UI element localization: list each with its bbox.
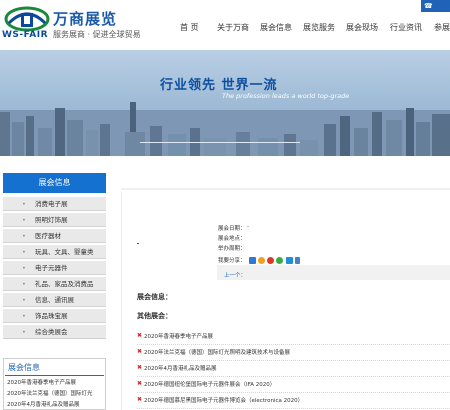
sidebar-item-label: 礼品、家品及消费品 xyxy=(35,280,94,288)
image-placeholder xyxy=(137,243,139,244)
sidebar-item-label: 医疗器材 xyxy=(35,232,61,240)
share-qzone-icon[interactable] xyxy=(249,257,256,264)
share-renren-icon[interactable] xyxy=(267,257,274,264)
date-label: 展会日期： xyxy=(218,226,246,232)
sidebar-item-label: 饰品珠宝展 xyxy=(35,312,68,320)
sidebar-news-link[interactable]: 2020年4月香港礼品及赠品展 xyxy=(7,400,80,408)
sidebar-item-label: 玩具、文具、婴童类 xyxy=(35,248,94,256)
share-more-icon[interactable] xyxy=(295,257,300,264)
site-header: WS-FAIR 万商展览 服务展商 · 促进全球贸易 ☎ 0755 首 页 关于… xyxy=(0,0,450,50)
list-item[interactable]: ✖ 2020年德国慕尼黑国际电子元器件博览会（electronica 2020） xyxy=(137,392,450,409)
bullet-icon: • xyxy=(22,232,26,240)
list-item[interactable]: ✖ 2020年香港春季电子产品展 xyxy=(137,328,450,345)
nav-onsite[interactable]: 展会现场 xyxy=(346,22,378,33)
banner-divider xyxy=(140,142,300,143)
sidebar-header: 展会信息 xyxy=(3,173,106,193)
bullet-icon: • xyxy=(22,328,26,336)
list-item[interactable]: ✖ 2020年德国纽伦堡国际电子元器件展会（IFA 2020） xyxy=(137,376,450,393)
bullet-icon: • xyxy=(22,200,26,208)
bullet-icon: • xyxy=(22,216,26,224)
logo-text: WS-FAIR xyxy=(2,30,49,40)
red-x-icon: ✖ xyxy=(137,332,143,339)
date-value: - xyxy=(247,224,249,230)
sidebar-item-label: 信息、通讯展 xyxy=(35,296,74,304)
bullet-icon: • xyxy=(22,264,26,272)
sidebar-news-title: 展会信息 xyxy=(8,363,40,372)
red-x-icon: ✖ xyxy=(137,380,143,387)
bullet-icon: • xyxy=(22,280,26,288)
banner-title: 行业领先 世界一流 xyxy=(160,78,278,93)
red-x-icon: ✖ xyxy=(137,364,143,371)
sidebar: 展会信息 • 消费电子展 • 照明灯饰展 • 医疗器材 • 玩具、文具、婴童类 • 电子元… xyxy=(3,173,106,343)
sidebar-item-label: 电子元器件 xyxy=(35,264,68,272)
prev-next-bar xyxy=(217,265,450,280)
venue-label: 展会地点： xyxy=(218,236,246,242)
red-x-icon: ✖ xyxy=(137,348,143,355)
banner: 行业领先 世界一流 The profession leads a world t… xyxy=(0,50,450,156)
nav-about[interactable]: 关于万商 xyxy=(217,22,249,33)
nav-home[interactable]: 首 页 xyxy=(180,22,199,33)
sidebar-item-jewelry[interactable]: • 饰品珠宝展 xyxy=(3,308,106,323)
sidebar-item-label: 照明灯饰展 xyxy=(35,216,68,224)
city-skyline-image xyxy=(0,102,450,156)
bullet-icon: • xyxy=(22,248,26,256)
sidebar-item-general[interactable]: • 综合类展会 xyxy=(3,324,106,339)
nav-services[interactable]: 展览服务 xyxy=(303,22,335,33)
share-label: 我要分享： xyxy=(218,258,246,264)
prev-link[interactable]: 上一个： xyxy=(224,271,246,279)
nav-industry-news[interactable]: 行业资讯 xyxy=(390,22,422,33)
sidebar-news-link[interactable]: 2020年香港春季电子产品展 xyxy=(7,378,76,386)
sidebar-news-link[interactable]: 2020年法兰克福（德国）国际灯光 xyxy=(7,389,93,397)
sidebar-item-toys[interactable]: • 玩具、文具、婴童类 xyxy=(3,244,106,259)
other-exhibitions-heading: 其他展会： xyxy=(137,312,172,320)
sidebar-item-components[interactable]: • 电子元器件 xyxy=(3,260,106,275)
sidebar-item-label: 消费电子展 xyxy=(35,200,68,208)
share-weibo-icon[interactable] xyxy=(258,257,265,264)
list-item[interactable]: ✖ 2020年4月香港礼品及赠品展 xyxy=(137,360,450,377)
sidebar-item-label: 综合类展会 xyxy=(35,328,68,336)
sidebar-news-divider xyxy=(5,375,104,376)
bullet-icon: • xyxy=(22,296,26,304)
brand-name: 万商展览 xyxy=(53,10,118,28)
sidebar-item-telecom[interactable]: • 信息、通讯展 xyxy=(3,292,106,307)
sidebar-item-medical[interactable]: • 医疗器材 xyxy=(3,228,106,243)
sidebar-item-lighting[interactable]: • 照明灯饰展 xyxy=(3,212,106,227)
share-wechat-icon[interactable] xyxy=(276,257,283,264)
phone-number: 0755 xyxy=(424,14,442,22)
bullet-icon: • xyxy=(22,312,26,320)
cycle-label: 举办周期： xyxy=(218,246,246,252)
banner-subtitle: The profession leads a world top-grade xyxy=(222,92,350,100)
phone-icon: ☎ xyxy=(424,2,433,10)
brand-slogan: 服务展商 · 促进全球贸易 xyxy=(53,30,141,39)
red-x-icon: ✖ xyxy=(137,396,143,403)
exhibition-info-heading: 展会信息： xyxy=(137,293,172,301)
phone-box: ☎ 0755 xyxy=(421,0,450,22)
share-tencent-icon[interactable] xyxy=(286,257,293,264)
sidebar-item-consumer-electronics[interactable]: • 消费电子展 xyxy=(3,196,106,211)
content-top-bar xyxy=(121,188,450,190)
list-item[interactable]: ✖ 2020年法兰克福（德国）国际灯光照明及建筑技术与设备展 xyxy=(137,344,450,361)
sidebar-item-gifts[interactable]: • 礼品、家品及消费品 xyxy=(3,276,106,291)
nav-participate[interactable]: 参展 xyxy=(434,22,450,33)
nav-exhibition-info[interactable]: 展会信息 xyxy=(260,22,292,33)
